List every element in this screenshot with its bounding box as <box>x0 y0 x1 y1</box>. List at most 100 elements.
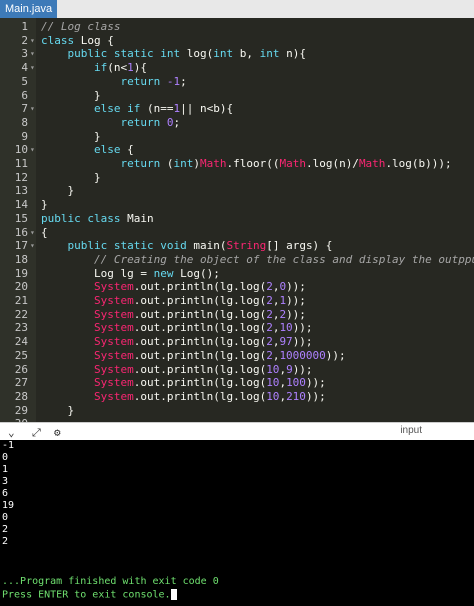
fold-toggle-icon[interactable]: ▾ <box>30 239 35 253</box>
code-line: 20 System.out.println(lg.log(2,0)); <box>0 280 474 294</box>
code-token: )); <box>292 362 313 376</box>
code-line: 14} <box>0 198 474 212</box>
code-token: )); <box>292 321 313 335</box>
fold-toggle-icon[interactable]: ▾ <box>30 102 35 116</box>
code-line: 6 } <box>0 89 474 103</box>
code-line: 9 } <box>0 130 474 144</box>
line-number: 8 <box>21 115 28 129</box>
code-text: Log lg = new Log(); <box>41 267 220 281</box>
code-token: (n== <box>146 102 174 116</box>
code-token: System <box>93 294 134 307</box>
code-token: 1 <box>127 61 134 75</box>
code-token: main( <box>193 239 227 253</box>
code-token: .out.println(lg.log( <box>133 335 267 349</box>
line-number: 28 <box>14 389 28 403</box>
line-number: 29 <box>14 403 28 417</box>
code-token: int <box>173 157 194 170</box>
code-line: 18 // Creating the object of the class a… <box>0 253 474 267</box>
fold-toggle-icon[interactable]: ▾ <box>30 34 35 48</box>
code-token: )); <box>325 348 346 362</box>
code-line: 24 System.out.println(lg.log(2,97)); <box>0 335 474 349</box>
code-text: System.out.println(lg.log(2,10)); <box>41 321 313 335</box>
code-token: int <box>213 47 240 61</box>
code-token: 10 <box>266 389 280 403</box>
code-text: System.out.println(lg.log(2,1000000)); <box>41 349 346 363</box>
fold-toggle-icon[interactable]: ▾ <box>30 61 35 75</box>
code-token: )); <box>286 294 306 307</box>
code-token: )); <box>305 389 326 403</box>
code-line: 28 System.out.println(lg.log(10,210)); <box>0 390 474 404</box>
console-prompt-line: Press ENTER to exit console. <box>2 589 177 602</box>
tab-main-java[interactable]: Main.java <box>0 0 58 18</box>
code-token: 100 <box>286 376 306 390</box>
line-number: 7 <box>21 102 28 116</box>
code-text: // Log class <box>41 20 120 34</box>
code-line: 12 } <box>0 171 474 185</box>
code-token: } <box>41 170 101 184</box>
code-token: .log(b))); <box>385 157 452 170</box>
code-token: 2 <box>266 348 273 362</box>
code-token: int <box>259 47 287 61</box>
code-token: log( <box>186 47 214 61</box>
line-number: 27 <box>14 376 28 390</box>
line-number: 15 <box>14 211 28 225</box>
code-token: )); <box>292 335 313 349</box>
code-token: public class <box>41 211 128 225</box>
code-line: 15 public class Main <box>0 212 474 226</box>
code-token: return <box>41 157 167 170</box>
code-token: System <box>93 362 134 376</box>
code-token: .out.println(lg.log( <box>133 307 267 321</box>
code-token: return <box>41 115 167 129</box>
code-token: { <box>41 225 48 239</box>
fold-toggle-icon[interactable]: ▾ <box>30 226 35 240</box>
code-token: String <box>226 239 267 253</box>
code-token: System <box>93 280 134 294</box>
text-cursor <box>170 589 177 600</box>
code-token: || n<b){ <box>180 102 234 116</box>
code-token: 10 <box>266 362 280 376</box>
code-token: .out.println(lg.log( <box>133 348 267 362</box>
code-token: System <box>93 376 134 390</box>
code-token: 2 <box>266 307 273 321</box>
code-token: Math <box>199 157 227 170</box>
collapse-chevron-icon[interactable]: ⌄ <box>8 426 15 439</box>
code-line: 1 // Log class <box>0 20 474 34</box>
code-token: Log(); <box>180 266 220 280</box>
code-token: } <box>41 198 48 212</box>
output-line: 19 <box>2 500 15 511</box>
code-line: 2 ▾ class Log { <box>0 34 474 48</box>
code-token: 2 <box>266 321 273 335</box>
code-line: 10 ▾ else { <box>0 143 474 157</box>
code-line: 17 ▾ public static void main(String[] arg… <box>0 239 474 253</box>
fold-toggle-icon[interactable]: ▾ <box>30 47 35 61</box>
tab-bar: Main.java <box>0 0 474 18</box>
expand-arrows-icon[interactable]: ⤢ <box>32 426 41 440</box>
line-number: 17 <box>14 239 28 253</box>
code-text: System.out.println(lg.log(10,210)); <box>41 390 326 404</box>
console-output[interactable]: -1 0 1 3 6 19 0 2 2 ...Program finished with exi… <box>0 440 474 606</box>
line-number: 23 <box>14 321 28 335</box>
line-number: 22 <box>14 307 28 321</box>
code-line: 5 return -1; <box>0 75 474 89</box>
line-number: 10 <box>14 143 28 157</box>
code-token: ; <box>180 74 187 88</box>
code-line: 13 } <box>0 184 474 198</box>
code-editor[interactable]: 1// Log class 2 ▾ class Log {3 ▾ public stat… <box>0 18 474 422</box>
code-token: ) <box>193 157 200 170</box>
code-token: // Log class <box>41 20 121 33</box>
code-token: .out.println(lg.log( <box>133 389 267 403</box>
debug-icon[interactable]: ⚙ <box>54 426 61 439</box>
code-text: } <box>41 130 101 144</box>
line-number: 5 <box>21 74 28 88</box>
code-token: n){ <box>286 47 306 61</box>
code-text: System.out.println(lg.log(2,97)); <box>41 335 313 349</box>
code-text: } <box>41 171 101 185</box>
line-number: 25 <box>14 348 28 362</box>
code-text: public static int log(int b, int n){ <box>41 47 306 61</box>
code-text: System.out.println(lg.log(10,9)); <box>41 363 313 377</box>
input-tab-label[interactable]: input <box>400 425 422 436</box>
fold-toggle-icon[interactable]: ▾ <box>30 143 35 157</box>
line-number: 1 <box>21 20 28 33</box>
